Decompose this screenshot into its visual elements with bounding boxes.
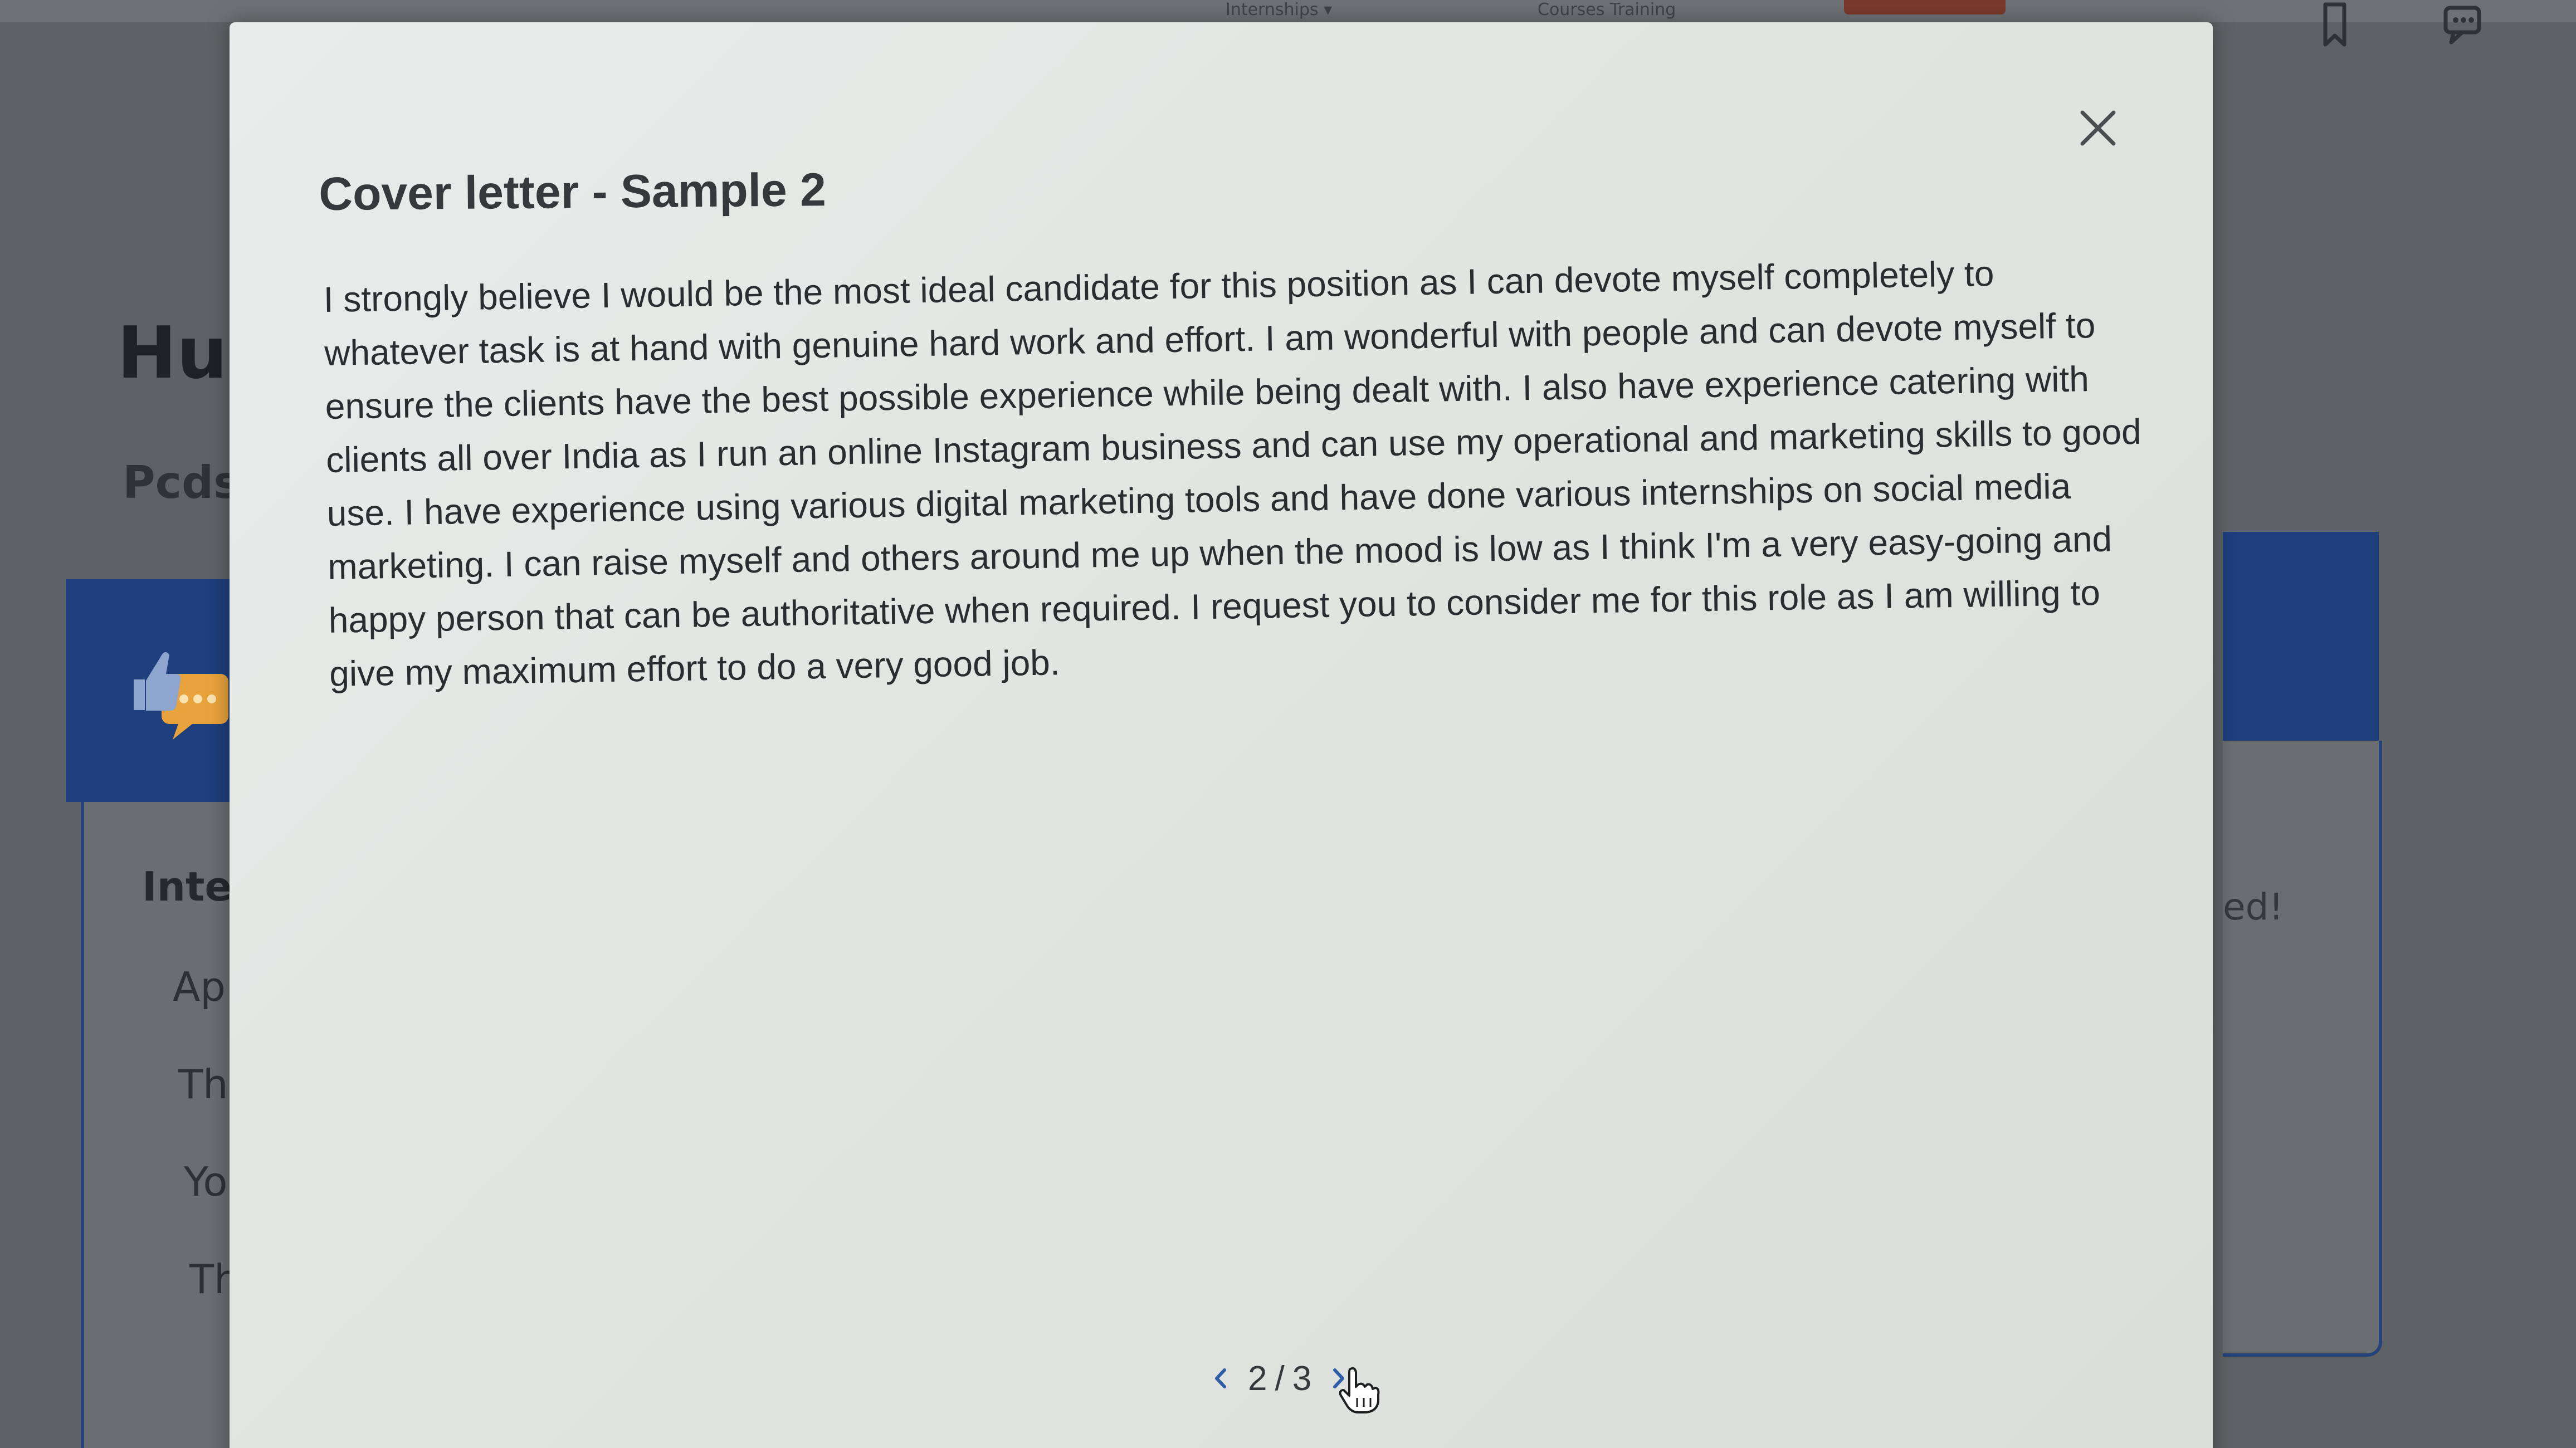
cover-letter-text: I strongly believe I would be the most i… (323, 253, 2142, 694)
background-bullet-item: Ap (173, 963, 226, 1010)
cover-letter-modal (230, 22, 2213, 1448)
page: Internships ▾ Courses Training Hur Pcds … (0, 0, 2576, 1448)
thumbs-up-chat-icon (134, 652, 228, 740)
page-separator: / (1275, 1359, 1285, 1398)
nav-courses[interactable]: Courses Training (1538, 0, 1676, 19)
background-company-name: Pcds (123, 457, 240, 508)
background-banner-right (2223, 532, 2379, 741)
total-pages: 3 (1292, 1359, 1312, 1398)
close-icon[interactable] (2070, 100, 2126, 156)
hand-cursor-icon (1339, 1367, 1380, 1413)
current-page: 2 (1248, 1359, 1267, 1398)
nav-badge (1844, 0, 2006, 14)
page-indicator: 2/3 (1237, 1359, 1323, 1398)
nav-internships[interactable]: Internships ▾ (1226, 0, 1332, 19)
background-right-text: ed! (2223, 886, 2284, 928)
previous-sample-button[interactable] (1203, 1359, 1237, 1398)
chevron-left-icon (1215, 1368, 1226, 1388)
top-nav-bar: Internships ▾ Courses Training (0, 0, 2576, 47)
bookmark-icon[interactable] (2310, 0, 2360, 50)
background-bullet-item: Yo (184, 1158, 228, 1205)
background-card-right (2223, 741, 2382, 1357)
pagination: 2/3 (1203, 1356, 1356, 1401)
chat-icon[interactable] (2439, 0, 2489, 50)
modal-title: Cover letter - Sample 2 (319, 163, 827, 220)
